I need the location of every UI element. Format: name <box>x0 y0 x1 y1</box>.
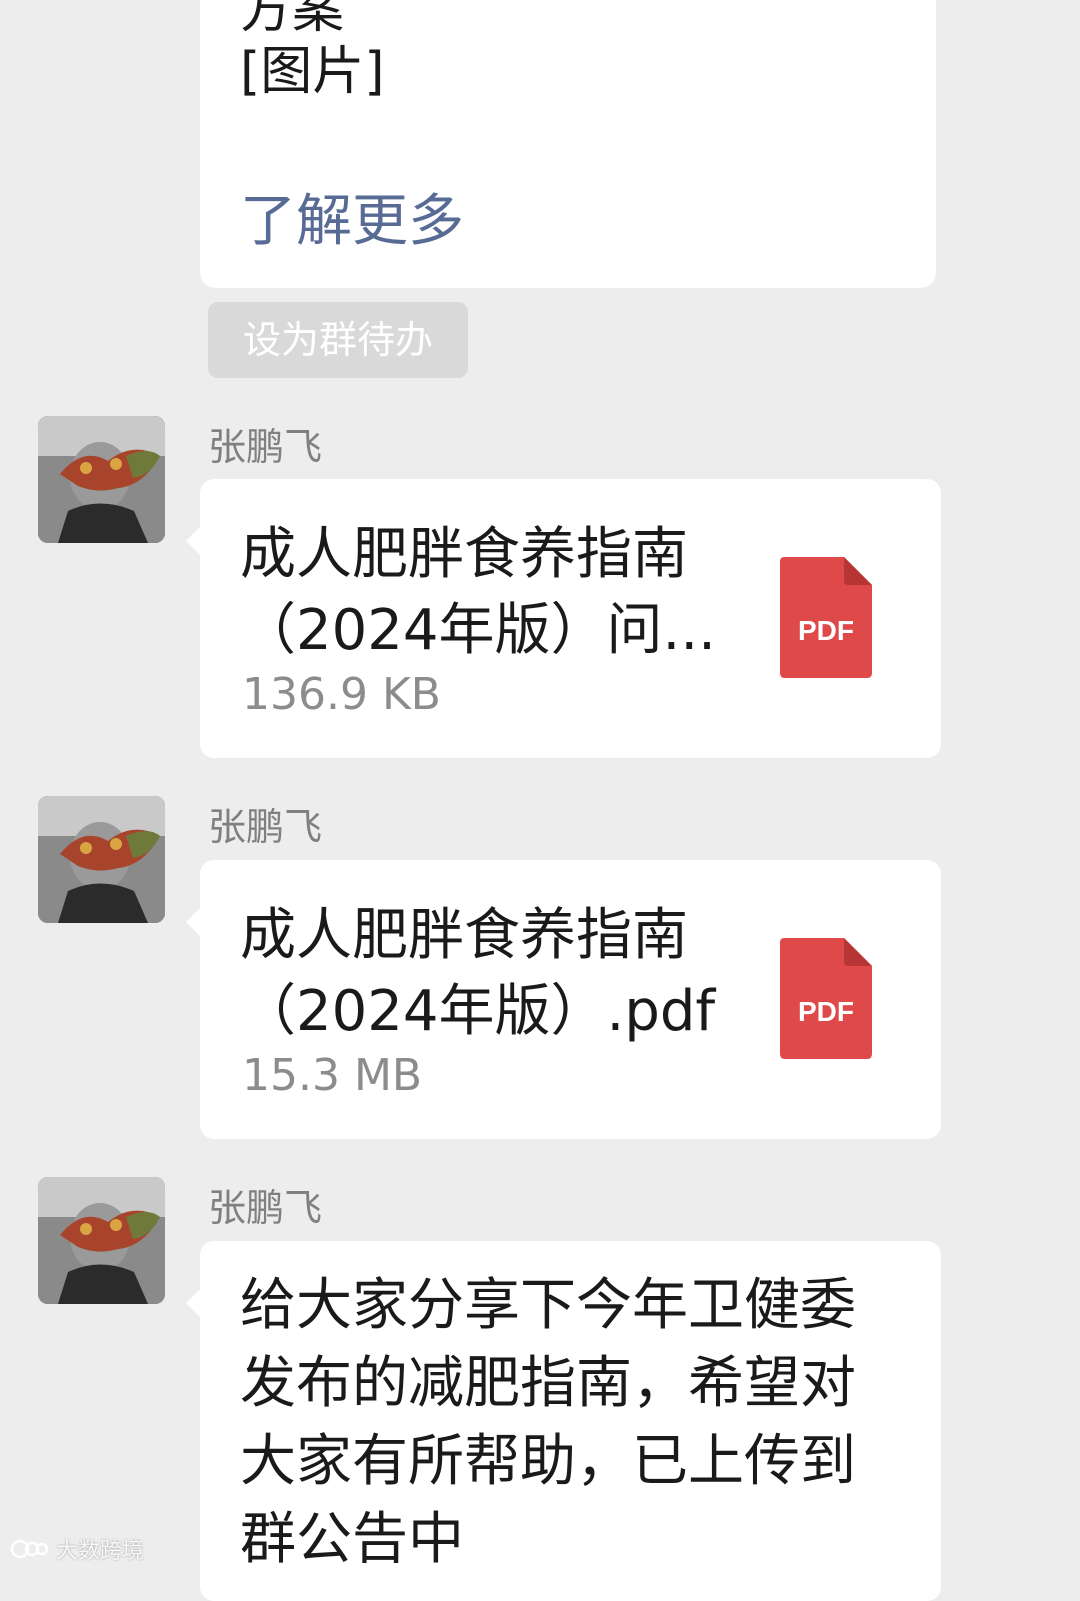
message-text: 给大家分享下今年卫健委发布的减肥指南，希望对大家有所帮助，已上传到群公告中 <box>240 1273 856 1572</box>
pdf-icon: PDF <box>780 557 874 679</box>
file-size: 136.9 KB <box>242 669 441 720</box>
watermark: 大数跨境 <box>10 1532 144 1566</box>
avatar[interactable] <box>38 796 165 923</box>
sender-name: 张鹏飞 <box>208 1186 323 1230</box>
avatar-image <box>38 1177 165 1304</box>
announcement-image-placeholder: [图片] <box>240 42 385 102</box>
avatar-image <box>38 416 165 543</box>
file-message-bubble[interactable]: 成人肥胖食养指南（2024年版）.pdf 15.3 MB PDF <box>186 860 941 1139</box>
announcement-card[interactable]: 方案 [图片] 了解更多 <box>200 0 936 288</box>
text-message-bubble[interactable]: 给大家分享下今年卫健委发布的减肥指南，希望对大家有所帮助，已上传到群公告中 <box>186 1241 941 1601</box>
file-name: 成人肥胖食养指南（2024年版）问... <box>240 522 716 663</box>
sender-name: 张鹏飞 <box>208 425 323 469</box>
pdf-icon: PDF <box>780 938 874 1060</box>
watermark-text: 大数跨境 <box>56 1539 145 1564</box>
set-group-todo-button[interactable]: 设为群待办 <box>208 302 468 378</box>
avatar-image <box>38 796 165 923</box>
avatar[interactable] <box>38 1177 165 1304</box>
file-message-bubble[interactable]: 成人肥胖食养指南（2024年版）问... 136.9 KB PDF <box>186 479 941 758</box>
pdf-icon-label: PDF <box>798 615 854 646</box>
sender-name: 张鹏飞 <box>208 805 323 849</box>
file-name: 成人肥胖食养指南（2024年版）.pdf <box>240 903 716 1044</box>
pdf-icon-label: PDF <box>798 996 854 1027</box>
file-size: 15.3 MB <box>242 1050 423 1101</box>
watermark-logo-icon <box>10 1539 49 1559</box>
learn-more-link[interactable]: 了解更多 <box>240 190 464 254</box>
announcement-text-line: 方案 <box>240 0 345 40</box>
avatar[interactable] <box>38 416 165 543</box>
